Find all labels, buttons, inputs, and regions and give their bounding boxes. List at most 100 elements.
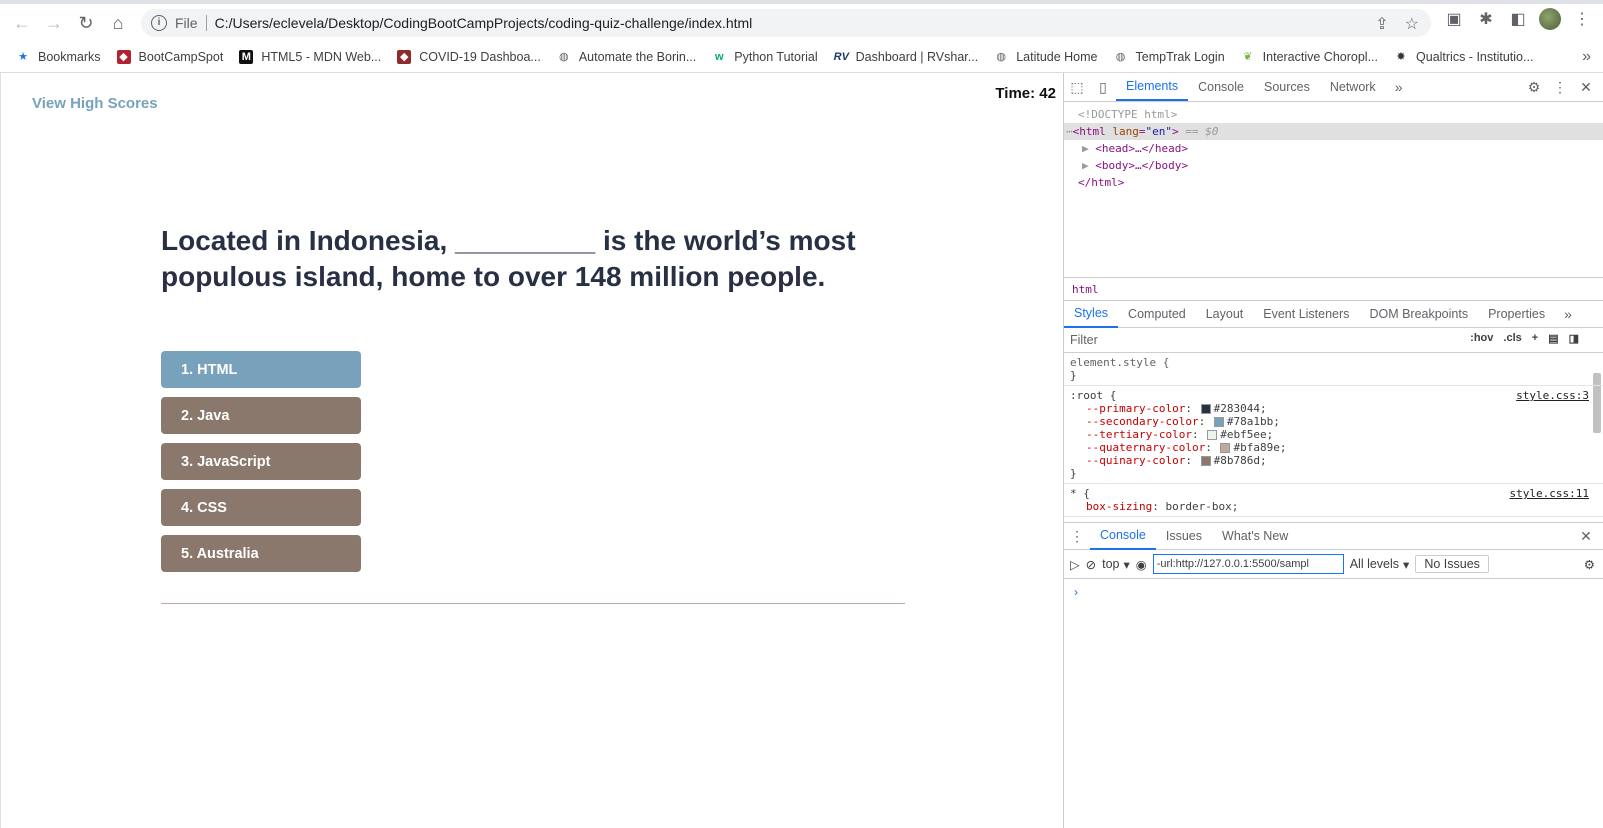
info-icon[interactable]: i xyxy=(151,15,167,31)
bookmark-item[interactable]: ★ Bookmarks xyxy=(16,50,100,64)
profile-avatar[interactable] xyxy=(1539,8,1561,30)
answer-button[interactable]: 4. CSS xyxy=(161,489,361,526)
tab-sources[interactable]: Sources xyxy=(1254,73,1320,101)
css-property[interactable]: --tertiary-color: #ebf5ee; xyxy=(1070,428,1597,441)
bookmark-item[interactable]: RV Dashboard | RVshar... xyxy=(834,50,979,64)
address-bar[interactable]: i File C:/Users/eclevela/Desktop/CodingB… xyxy=(141,9,1431,37)
tab-dom-breakpoints[interactable]: DOM Breakpoints xyxy=(1359,300,1478,328)
tab-network[interactable]: Network xyxy=(1320,73,1386,101)
dom-html-node[interactable]: ⋯ < html lang = "en" > == $0 xyxy=(1064,123,1603,140)
css-property[interactable]: --secondary-color: #78a1bb; xyxy=(1070,415,1597,428)
drawer-tab-console[interactable]: Console xyxy=(1090,522,1156,550)
rule-source-link[interactable]: style.css:3 xyxy=(1516,389,1589,402)
dom-body-node[interactable]: ▶ <body>…</body> xyxy=(1064,157,1603,174)
styles-filter[interactable]: Filter :hov .cls + ▤ ◨ xyxy=(1064,328,1603,353)
spider-icon: ✸ xyxy=(1396,51,1406,63)
kebab-menu-icon[interactable]: ⋮ xyxy=(1547,73,1573,101)
expand-triangle-icon[interactable]: ▶ xyxy=(1082,142,1089,155)
rule-source-link[interactable]: style.css:11 xyxy=(1510,487,1589,500)
dom-head-node[interactable]: ▶ <head>…</head> xyxy=(1064,140,1603,157)
hover-state-toggle[interactable]: :hov xyxy=(1470,332,1493,345)
bookmark-item[interactable]: ❦ Interactive Choropl... xyxy=(1241,50,1378,64)
chevron-down-icon: ▾ xyxy=(1123,557,1130,572)
tab-layout[interactable]: Layout xyxy=(1196,300,1254,328)
bookmark-star-icon[interactable]: ☆ xyxy=(1405,14,1419,34)
close-icon[interactable]: ✕ xyxy=(1573,73,1599,101)
console-prompt[interactable]: › xyxy=(1064,579,1603,605)
bookmark-item[interactable]: w Python Tutorial xyxy=(712,50,818,64)
expand-triangle-icon[interactable]: ▶ xyxy=(1082,159,1089,172)
home-icon[interactable]: ⌂ xyxy=(102,7,134,39)
context-selector[interactable]: top ▾ xyxy=(1102,557,1130,572)
color-swatch[interactable] xyxy=(1200,456,1211,466)
side-panel-icon[interactable]: ◧ xyxy=(1507,8,1529,30)
drawer-tab-issues[interactable]: Issues xyxy=(1156,522,1212,550)
bookmark-item[interactable]: ◍ TempTrak Login xyxy=(1114,50,1225,64)
device-toolbar-icon[interactable]: ▯ xyxy=(1090,73,1116,101)
levels-label: All levels xyxy=(1349,557,1400,571)
css-property[interactable]: --primary-color: #283044; xyxy=(1070,402,1597,415)
view-high-scores-link[interactable]: View High Scores xyxy=(32,95,158,112)
tab-console[interactable]: Console xyxy=(1188,73,1254,101)
bookmark-item[interactable]: ◆ BootCampSpot xyxy=(116,50,223,64)
bookmark-item[interactable]: ◍ Latitude Home xyxy=(994,50,1097,64)
bookmark-item[interactable]: ◍ Automate the Borin... xyxy=(557,50,696,64)
toggle-sidebar-icon[interactable]: ◨ xyxy=(1569,332,1579,345)
answer-button[interactable]: 3. JavaScript xyxy=(161,443,361,480)
pdf-extension-icon[interactable]: ▣ xyxy=(1443,8,1465,30)
breadcrumb-html[interactable]: html xyxy=(1072,283,1099,296)
bookmark-item[interactable]: ✸ Qualtrics - Institutio... xyxy=(1394,50,1533,64)
color-swatch[interactable] xyxy=(1213,417,1224,427)
prop-value: #78a1bb xyxy=(1226,415,1274,428)
close-icon[interactable]: ✕ xyxy=(1573,522,1599,550)
dom-doctype[interactable]: <!DOCTYPE html> xyxy=(1064,106,1603,123)
forward-icon[interactable]: → xyxy=(38,7,70,39)
css-property[interactable]: --quaternary-color: #bfa89e; xyxy=(1070,441,1597,454)
css-property[interactable]: box-sizing: border-box; xyxy=(1070,500,1597,513)
bookmarks-overflow-icon[interactable]: » xyxy=(1582,48,1591,66)
tab-properties[interactable]: Properties xyxy=(1478,300,1555,328)
bookmark-label: Interactive Choropl... xyxy=(1262,50,1379,64)
dom-html-close[interactable]: </html> xyxy=(1064,174,1603,191)
answer-button[interactable]: 5. Australia xyxy=(161,535,361,572)
dom-body-label: <body>…</body> xyxy=(1095,159,1188,172)
back-icon[interactable]: ← xyxy=(6,7,38,39)
puzzle-extensions-icon[interactable]: ✱ xyxy=(1475,8,1497,30)
live-expression-icon[interactable]: ◉ xyxy=(1136,557,1147,572)
css-property[interactable]: --quinary-color: #8b786d; xyxy=(1070,454,1597,467)
color-swatch[interactable] xyxy=(1200,404,1211,414)
class-toggle[interactable]: .cls xyxy=(1503,332,1521,345)
drawer-tab-whats-new[interactable]: What's New xyxy=(1212,522,1298,550)
tab-elements[interactable]: Elements xyxy=(1116,73,1189,101)
styles-subtabs: Styles Computed Layout Event Listeners D… xyxy=(1064,301,1603,328)
console-filter-input[interactable]: -url:http://127.0.0.1:5500/sampl xyxy=(1152,554,1344,574)
filter-input[interactable]: Filter xyxy=(1070,333,1098,347)
bookmark-item[interactable]: ◆ COVID-19 Dashboa... xyxy=(397,50,541,64)
color-swatch[interactable] xyxy=(1220,443,1231,453)
answer-button[interactable]: 1. HTML xyxy=(161,351,361,388)
rule-selector[interactable]: element.style { xyxy=(1070,356,1597,369)
log-levels-dropdown[interactable]: All levels ▾ xyxy=(1350,557,1410,572)
drawer-menu-icon[interactable]: ⋮ xyxy=(1064,522,1090,550)
color-swatch[interactable] xyxy=(1207,430,1218,440)
add-rule-icon[interactable]: + xyxy=(1532,332,1538,345)
more-tabs-icon[interactable]: » xyxy=(1555,300,1581,328)
url-text[interactable]: C:/Users/eclevela/Desktop/CodingBootCamp… xyxy=(215,15,753,31)
gear-icon[interactable]: ⚙ xyxy=(1584,557,1595,572)
tab-computed[interactable]: Computed xyxy=(1118,300,1196,328)
gear-icon[interactable]: ⚙ xyxy=(1521,73,1547,101)
dom-tag-name: html xyxy=(1079,125,1106,138)
issues-counter[interactable]: No Issues xyxy=(1415,555,1489,573)
clear-console-icon[interactable]: ⊘ xyxy=(1086,557,1096,572)
tab-styles[interactable]: Styles xyxy=(1064,300,1119,328)
reload-icon[interactable]: ↻ xyxy=(70,7,102,39)
tab-event-listeners[interactable]: Event Listeners xyxy=(1253,300,1359,328)
more-tabs-icon[interactable]: » xyxy=(1386,73,1412,101)
paint-icon[interactable]: ▤ xyxy=(1548,332,1558,345)
share-icon[interactable]: ⇪ xyxy=(1375,14,1388,34)
answer-button[interactable]: 2. Java xyxy=(161,397,361,434)
bookmark-item[interactable]: M HTML5 - MDN Web... xyxy=(239,50,381,64)
sidebar-toggle-icon[interactable]: ▷ xyxy=(1070,557,1080,572)
kebab-menu-icon[interactable]: ⋮ xyxy=(1571,8,1593,30)
inspect-element-icon[interactable]: ⬚ xyxy=(1064,73,1090,101)
